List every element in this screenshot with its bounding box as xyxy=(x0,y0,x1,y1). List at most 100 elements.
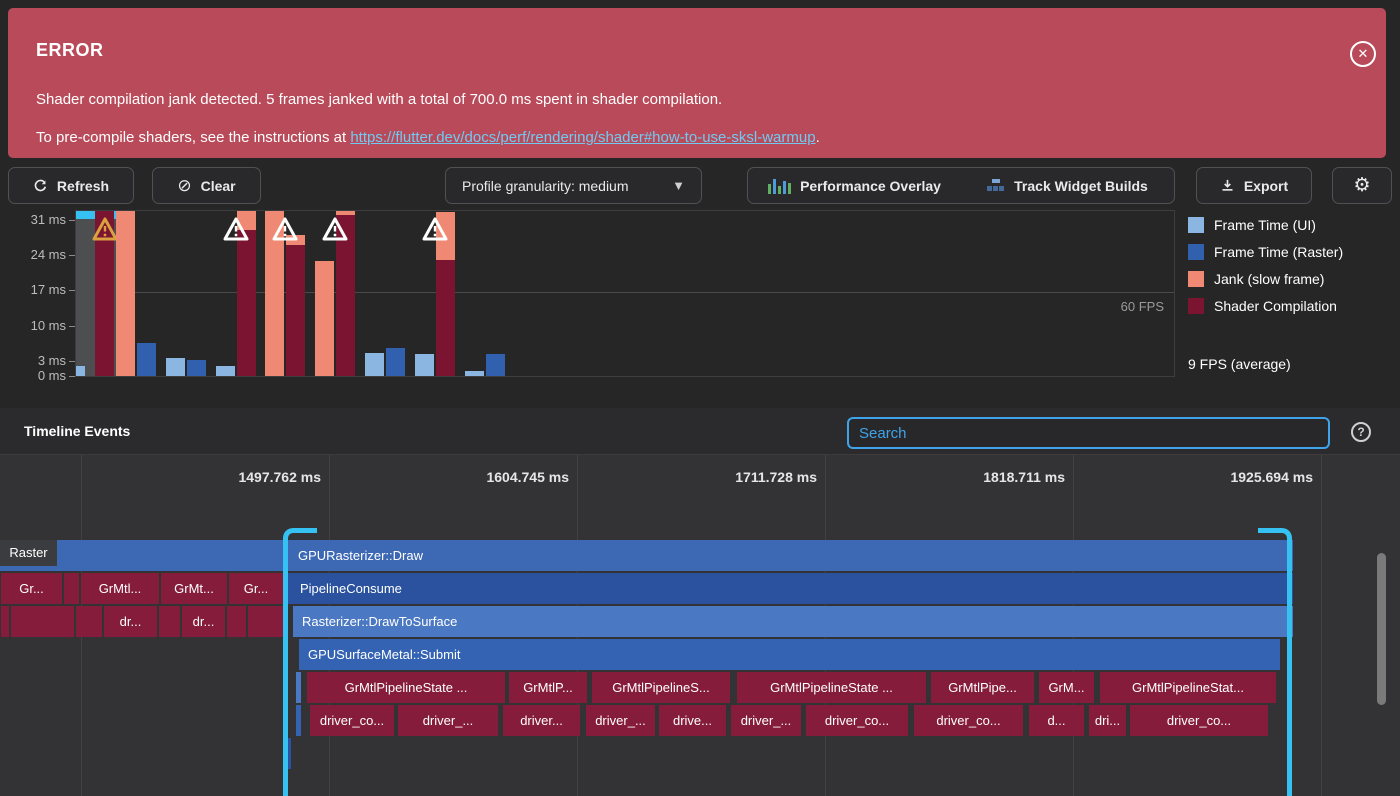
flame-row: dr... dr... Rasterizer::DrawToSurface xyxy=(0,606,1400,637)
flame-event[interactable]: GrMt... xyxy=(161,573,227,604)
widget-tree-icon xyxy=(987,178,1005,193)
timeline-events-header: Timeline Events ? xyxy=(0,408,1400,455)
flame-event[interactable]: GPUSurfaceMetal::Submit xyxy=(299,639,1280,670)
legend-swatch xyxy=(1188,297,1204,314)
legend-label: Frame Time (UI) xyxy=(1214,216,1316,233)
refresh-button[interactable]: Refresh xyxy=(8,167,134,204)
flame-event[interactable]: driver_... xyxy=(586,705,655,736)
flame-event[interactable]: driver_co... xyxy=(914,705,1023,736)
error-instructions-prefix: To pre-compile shaders, see the instruct… xyxy=(36,129,351,146)
flame-event[interactable]: Gr... xyxy=(229,573,283,604)
frame-bar-ui[interactable] xyxy=(365,352,385,376)
track-widget-builds-label: Track Widget Builds xyxy=(1014,177,1148,194)
frame-time-chart[interactable]: 60 FPS xyxy=(75,210,1175,377)
frame-bar-ui[interactable] xyxy=(165,358,185,376)
frame-bar-raster[interactable] xyxy=(136,343,156,376)
flame-event[interactable]: dr... xyxy=(182,606,225,637)
legend-swatch xyxy=(1188,216,1204,233)
flame-event[interactable]: GrMtlPipelineState ... xyxy=(737,672,926,703)
flame-chart[interactable]: Raster 1497.762 ms 1604.745 ms 1711.728 ms… xyxy=(0,455,1400,796)
flame-event[interactable] xyxy=(64,573,79,604)
help-icon[interactable]: ? xyxy=(1351,422,1371,442)
timeline-events-title: Timeline Events xyxy=(24,423,131,439)
flutter-devtools-performance-page: ERROR ✕ Shader compilation jank detected… xyxy=(0,0,1400,796)
flame-event[interactable]: d... xyxy=(1029,705,1084,736)
flame-event[interactable] xyxy=(1,606,9,637)
frame-bar-ui[interactable] xyxy=(76,365,85,376)
clear-label: Clear xyxy=(200,177,236,194)
flame-event[interactable]: Gr... xyxy=(1,573,62,604)
legend-item: Shader Compilation xyxy=(1188,292,1343,319)
legend-item: Jank (slow frame) xyxy=(1188,265,1343,292)
frame-bar-raster[interactable] xyxy=(386,348,406,376)
flame-event[interactable]: GrMtlPipelineS... xyxy=(592,672,730,703)
flame-event[interactable]: GrMtlPipelineStat... xyxy=(1100,672,1276,703)
frame-bar-raster-shader[interactable] xyxy=(286,244,306,376)
error-message: Shader compilation jank detected. 5 fram… xyxy=(36,91,723,108)
flame-event[interactable]: GrM... xyxy=(1039,672,1094,703)
flame-event[interactable]: driver... xyxy=(503,705,580,736)
profile-granularity-value: Profile granularity: medium xyxy=(462,177,629,194)
timeline-timestamp: 1818.711 ms xyxy=(983,469,1065,485)
frame-bar-raster-shader[interactable] xyxy=(236,229,256,376)
error-instructions-suffix: . xyxy=(815,129,820,146)
flame-event[interactable]: driver_co... xyxy=(310,705,394,736)
flame-event[interactable]: dr... xyxy=(104,606,157,637)
timeline-timestamp: 1925.694 ms xyxy=(1230,469,1313,485)
error-banner: ERROR ✕ Shader compilation jank detected… xyxy=(8,8,1386,158)
timeline-events-section: Timeline Events ? Raster 1497.762 ms 1604… xyxy=(0,408,1400,796)
frame-chart-legend: Frame Time (UI) Frame Time (Raster) Jank (… xyxy=(1188,211,1343,319)
search-input[interactable] xyxy=(847,417,1330,449)
flame-row: GPURasterizer::Draw xyxy=(0,540,1400,571)
refresh-icon xyxy=(33,178,48,193)
y-axis-tick-label: 10 ms xyxy=(30,317,66,333)
flame-event[interactable]: driver_... xyxy=(731,705,801,736)
frame-bar-ui[interactable] xyxy=(215,365,235,376)
flame-event[interactable]: dri... xyxy=(1089,705,1126,736)
flame-row: Gr... GrMtl... GrMt... Gr... PipelineConsume xyxy=(0,573,1400,604)
clear-button[interactable]: ⊘ Clear xyxy=(152,167,261,204)
legend-label: Jank (slow frame) xyxy=(1214,270,1325,287)
y-axis-tick-label: 0 ms xyxy=(37,368,66,383)
flame-event[interactable]: driver_co... xyxy=(1130,705,1268,736)
flame-event[interactable] xyxy=(76,606,102,637)
flame-event[interactable]: GrMtlP... xyxy=(509,672,587,703)
jank-warning-icon xyxy=(421,216,449,242)
flame-event[interactable]: GPURasterizer::Draw xyxy=(0,540,1293,571)
flame-event[interactable]: driver_co... xyxy=(806,705,908,736)
flame-event[interactable]: drive... xyxy=(659,705,726,736)
frame-bar-ui[interactable] xyxy=(464,370,484,376)
performance-overlay-label: Performance Overlay xyxy=(800,177,941,194)
flame-event[interactable] xyxy=(227,606,246,637)
jank-warning-icon xyxy=(271,216,299,242)
raster-thread-label[interactable]: Raster xyxy=(0,540,57,566)
y-axis-tick-label: 31 ms xyxy=(30,211,66,227)
performance-overlay-toggle[interactable]: Performance Overlay xyxy=(747,167,962,204)
frame-bar-ui[interactable] xyxy=(115,211,135,376)
track-widget-builds-toggle[interactable]: Track Widget Builds xyxy=(961,167,1175,204)
gear-icon: ⚙ xyxy=(1353,175,1371,196)
export-button[interactable]: Export xyxy=(1196,167,1312,204)
profile-granularity-dropdown[interactable]: Profile granularity: medium ▼ xyxy=(445,167,702,204)
frame-bar-raster[interactable] xyxy=(186,359,206,376)
flame-event[interactable]: driver_... xyxy=(398,705,498,736)
flame-event[interactable]: Rasterizer::DrawToSurface xyxy=(293,606,1293,637)
settings-button[interactable]: ⚙ xyxy=(1332,167,1392,204)
flame-event[interactable]: GrMtlPipelineState ... xyxy=(307,672,505,703)
sksl-warmup-link[interactable]: https://flutter.dev/docs/perf/rendering/… xyxy=(350,129,815,146)
flame-event[interactable] xyxy=(159,606,180,637)
flame-row: GrMtlPipelineState ... GrMtlP... GrMtlPipe… xyxy=(0,672,1400,703)
frame-bar-raster-shader[interactable] xyxy=(435,260,455,376)
flame-event[interactable]: PipelineConsume xyxy=(285,573,1293,604)
flame-event[interactable] xyxy=(248,606,283,637)
flame-event[interactable]: GrMtlPipe... xyxy=(931,672,1034,703)
frame-bar-raster[interactable] xyxy=(485,354,505,376)
chevron-down-icon: ▼ xyxy=(672,178,685,193)
jank-warning-icon xyxy=(321,216,349,242)
export-label: Export xyxy=(1243,177,1289,194)
flame-event[interactable] xyxy=(11,606,74,637)
flame-event[interactable]: GrMtl... xyxy=(81,573,159,604)
frame-bar-ui[interactable] xyxy=(315,261,335,376)
frame-bar-ui[interactable] xyxy=(414,353,434,376)
close-icon[interactable]: ✕ xyxy=(1350,41,1376,67)
